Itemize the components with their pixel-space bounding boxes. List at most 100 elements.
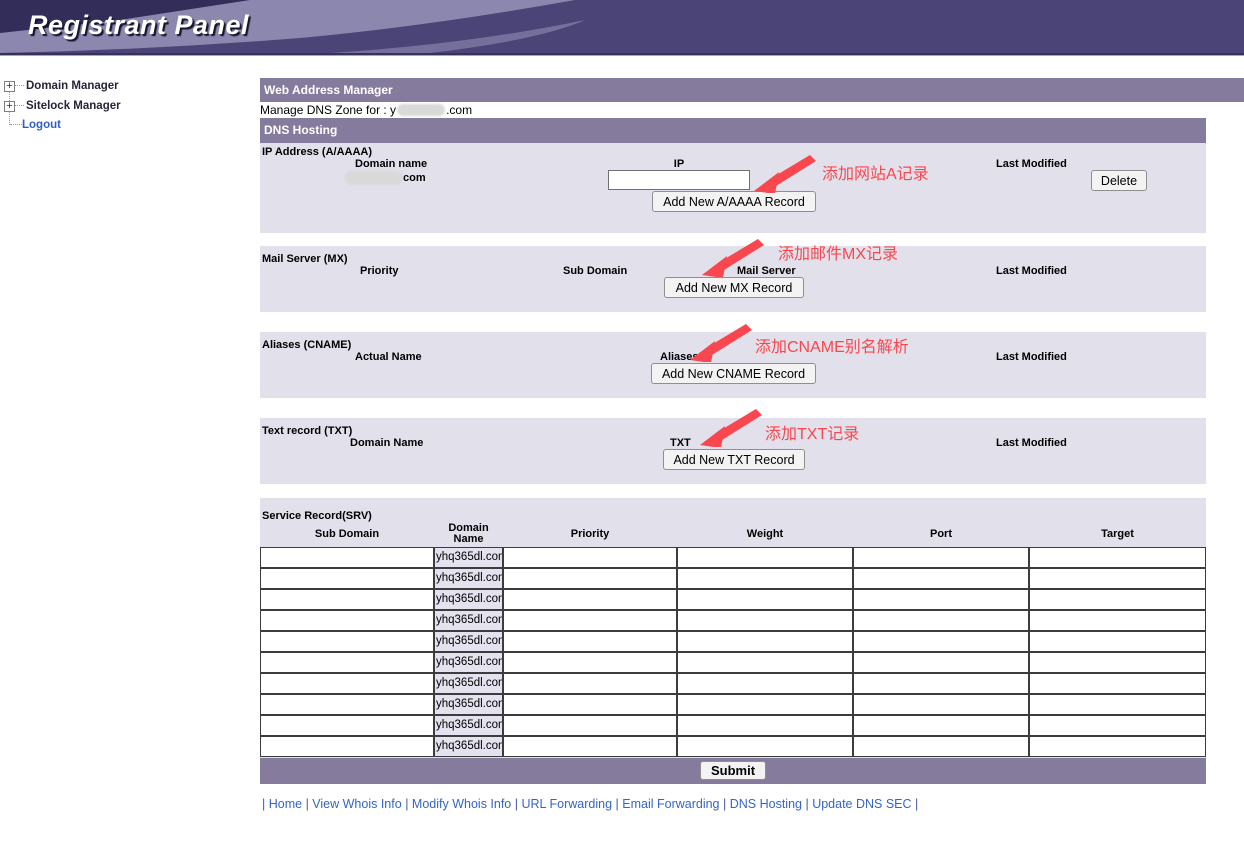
srv-weight-input[interactable] xyxy=(677,736,853,757)
srv-target-input[interactable] xyxy=(1029,631,1206,652)
srv-weight-input[interactable] xyxy=(677,673,853,694)
table-row: yhq365dl.com xyxy=(260,589,1206,610)
sidebar-item-sitelock-manager[interactable]: + Sitelock Manager xyxy=(4,99,121,113)
srv-priority-input[interactable] xyxy=(503,736,677,757)
mx-record-annotation: 添加邮件MX记录 xyxy=(778,240,898,264)
table-row: yhq365dl.com xyxy=(260,736,1206,757)
separator: | xyxy=(306,797,309,811)
srv-subdomain-input[interactable] xyxy=(260,589,434,610)
expand-icon[interactable]: + xyxy=(4,81,15,92)
srv-port-input[interactable] xyxy=(853,715,1029,736)
add-txt-record-button[interactable]: Add New TXT Record xyxy=(663,449,805,470)
srv-subdomain-input[interactable] xyxy=(260,736,434,757)
srv-weight-input[interactable] xyxy=(677,568,853,589)
srv-subdomain-header: Sub Domain xyxy=(260,529,434,540)
srv-port-input[interactable] xyxy=(853,673,1029,694)
srv-port-input[interactable] xyxy=(853,652,1029,673)
srv-port-input[interactable] xyxy=(853,547,1029,568)
srv-weight-input[interactable] xyxy=(677,631,853,652)
add-cname-record-button[interactable]: Add New CNAME Record xyxy=(651,363,816,384)
srv-priority-input[interactable] xyxy=(503,610,677,631)
srv-domain-cell: yhq365dl.com xyxy=(434,631,503,652)
srv-weight-input[interactable] xyxy=(677,652,853,673)
section-txt-record: Text record (TXT) Domain Name TXT Add Ne… xyxy=(260,418,1206,484)
srv-subdomain-input[interactable] xyxy=(260,631,434,652)
domain-name-header: Domain name xyxy=(355,158,427,170)
add-a-record-button[interactable]: Add New A/AAAA Record xyxy=(652,191,816,212)
section-cname-record: Aliases (CNAME) Actual Name Aliases Add … xyxy=(260,332,1206,398)
srv-port-input[interactable] xyxy=(853,568,1029,589)
srv-weight-input[interactable] xyxy=(677,715,853,736)
srv-target-input[interactable] xyxy=(1029,652,1206,673)
section-title: Aliases (CNAME) xyxy=(262,339,351,351)
footer-link-update-dns-sec[interactable]: Update DNS SEC xyxy=(812,797,911,811)
srv-target-input[interactable] xyxy=(1029,673,1206,694)
footer-link-dns-hosting[interactable]: DNS Hosting xyxy=(730,797,802,811)
srv-port-input[interactable] xyxy=(853,610,1029,631)
table-row: yhq365dl.com xyxy=(260,694,1206,715)
srv-subdomain-input[interactable] xyxy=(260,652,434,673)
footer-link-home[interactable]: Home xyxy=(269,797,302,811)
srv-weight-input[interactable] xyxy=(677,610,853,631)
submit-bar: Submit xyxy=(260,758,1206,784)
srv-priority-input[interactable] xyxy=(503,715,677,736)
srv-priority-input[interactable] xyxy=(503,631,677,652)
srv-subdomain-input[interactable] xyxy=(260,715,434,736)
srv-subdomain-input[interactable] xyxy=(260,547,434,568)
actual-name-header: Actual Name xyxy=(355,351,422,363)
srv-weight-input[interactable] xyxy=(677,547,853,568)
srv-port-input[interactable] xyxy=(853,694,1029,715)
srv-target-input[interactable] xyxy=(1029,610,1206,631)
footer-nav: | Home | View Whois Info | Modify Whois … xyxy=(262,797,918,811)
srv-target-input[interactable] xyxy=(1029,568,1206,589)
srv-subdomain-input[interactable] xyxy=(260,610,434,631)
manage-zone-suffix: .com xyxy=(446,103,472,117)
section-a-record: IP Address (A/AAAA) Domain name com IP A… xyxy=(260,143,1206,233)
srv-priority-input[interactable] xyxy=(503,652,677,673)
sidebar-item-domain-manager[interactable]: + Domain Manager xyxy=(4,79,119,93)
expand-icon[interactable]: + xyxy=(4,101,15,112)
add-mx-record-button[interactable]: Add New MX Record xyxy=(664,277,804,298)
srv-subdomain-input[interactable] xyxy=(260,673,434,694)
srv-port-input[interactable] xyxy=(853,589,1029,610)
srv-target-input[interactable] xyxy=(1029,547,1206,568)
srv-priority-input[interactable] xyxy=(503,547,677,568)
srv-priority-input[interactable] xyxy=(503,589,677,610)
srv-subdomain-input[interactable] xyxy=(260,694,434,715)
srv-port-input[interactable] xyxy=(853,631,1029,652)
submit-button[interactable]: Submit xyxy=(700,761,766,780)
footer-link-view-whois[interactable]: View Whois Info xyxy=(312,797,401,811)
srv-target-input[interactable] xyxy=(1029,589,1206,610)
red-arrow-annotation-icon xyxy=(700,239,764,277)
srv-subdomain-input[interactable] xyxy=(260,568,434,589)
cname-record-annotation: 添加CNAME别名解析 xyxy=(755,333,909,357)
last-modified-header: Last Modified xyxy=(996,437,1067,449)
srv-priority-input[interactable] xyxy=(503,694,677,715)
sidebar-item-label[interactable]: Sitelock Manager xyxy=(26,100,121,112)
srv-port-input[interactable] xyxy=(853,736,1029,757)
logout-link[interactable]: Logout xyxy=(22,119,61,131)
tree-connector xyxy=(10,124,22,126)
footer-link-email-forwarding[interactable]: Email Forwarding xyxy=(622,797,719,811)
srv-priority-input[interactable] xyxy=(503,673,677,694)
web-address-manager-bar: Web Address Manager xyxy=(260,78,1244,102)
sidebar-item-logout[interactable]: Logout xyxy=(22,118,61,132)
manage-zone-text: Manage DNS Zone for : y xyxy=(260,103,396,117)
delete-button[interactable]: Delete xyxy=(1091,170,1147,191)
srv-target-input[interactable] xyxy=(1029,694,1206,715)
section-title: Text record (TXT) xyxy=(262,425,352,437)
srv-priority-input[interactable] xyxy=(503,568,677,589)
srv-target-input[interactable] xyxy=(1029,736,1206,757)
separator: | xyxy=(405,797,408,811)
srv-domain-cell: yhq365dl.com xyxy=(434,652,503,673)
header-underline xyxy=(0,55,1244,56)
app-header: Registrant Panel xyxy=(0,0,1244,55)
footer-link-url-forwarding[interactable]: URL Forwarding xyxy=(521,797,612,811)
srv-domain-cell: yhq365dl.com xyxy=(434,673,503,694)
srv-weight-input[interactable] xyxy=(677,694,853,715)
srv-target-input[interactable] xyxy=(1029,715,1206,736)
sidebar-item-label[interactable]: Domain Manager xyxy=(26,80,119,92)
ip-input[interactable] xyxy=(608,170,750,190)
footer-link-modify-whois[interactable]: Modify Whois Info xyxy=(412,797,511,811)
srv-weight-input[interactable] xyxy=(677,589,853,610)
